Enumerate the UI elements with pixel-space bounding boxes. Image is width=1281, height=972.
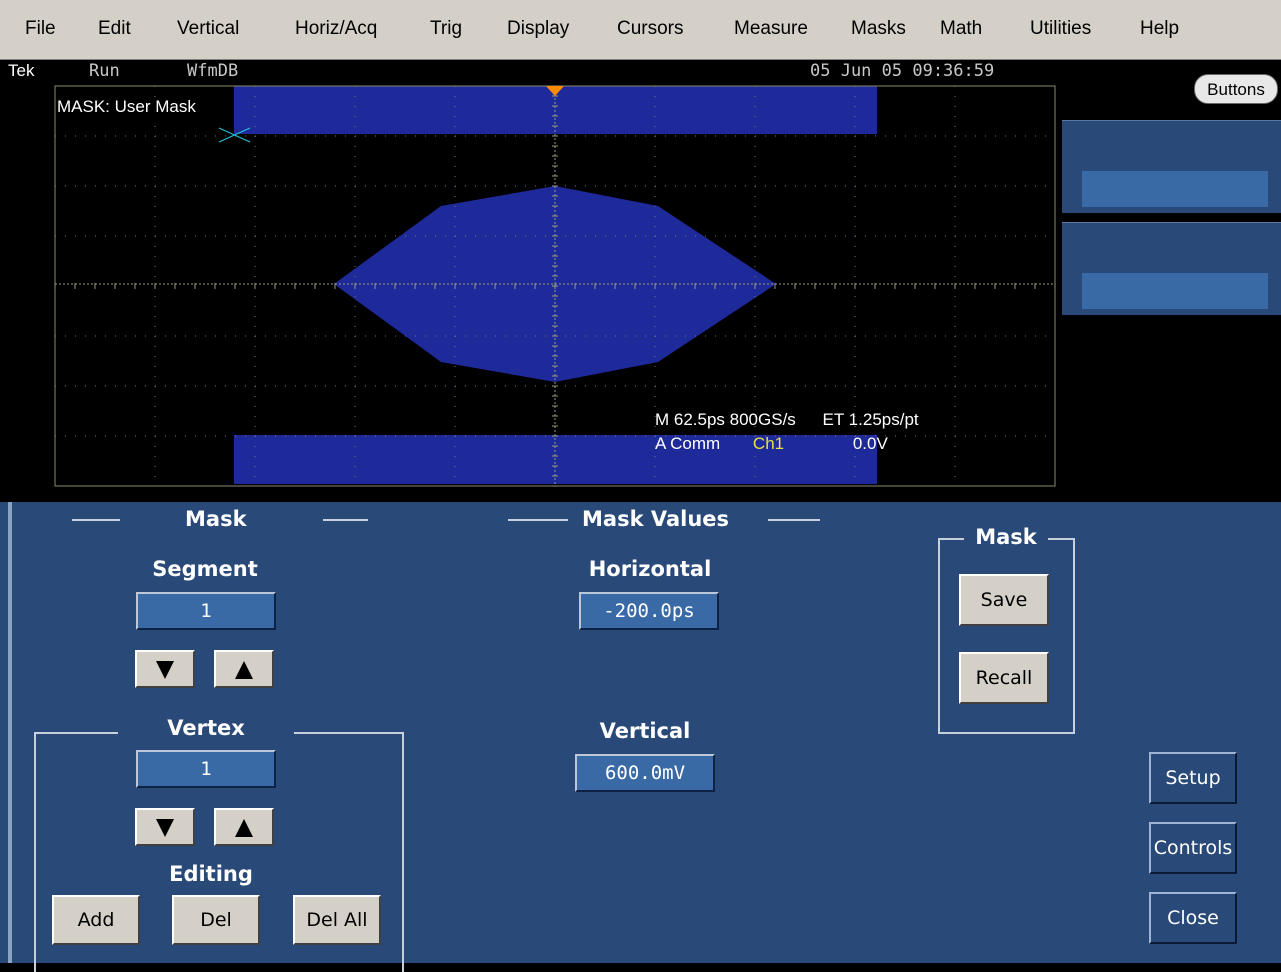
timebase-readout: M 62.5ps 800GS/s ET 1.25ps/pt (655, 410, 919, 430)
divider (72, 519, 120, 521)
vertical-label: Vertical (599, 719, 691, 743)
timebase-readout-a: M 62.5ps 800GS/s (655, 410, 796, 429)
divider (768, 519, 820, 521)
delete-vertex-button[interactable]: Del (172, 895, 260, 945)
menu-utilities[interactable]: Utilities (1030, 18, 1091, 40)
setup-button[interactable]: Setup (1149, 752, 1237, 804)
mask-label: MASK: User Mask (57, 97, 196, 117)
panel-left-border (8, 502, 12, 963)
menu-file[interactable]: File (25, 18, 56, 40)
arrow-up-icon (235, 819, 253, 837)
menu-vertical[interactable]: Vertical (177, 18, 239, 40)
recall-mask-button[interactable]: Recall (959, 652, 1049, 704)
add-vertex-button[interactable]: Add (52, 895, 140, 945)
arrow-up-icon (235, 661, 253, 679)
buttons-toggle-button[interactable]: Buttons (1194, 74, 1278, 104)
timebase-readout-b: ET 1.25ps/pt (822, 410, 919, 429)
menu-edit[interactable]: Edit (98, 18, 131, 40)
menu-trig[interactable]: Trig (430, 18, 462, 40)
vertical-value-field[interactable]: 600.0mV (575, 754, 715, 792)
mask-file-title: Mask (964, 525, 1048, 549)
menu-masks[interactable]: Masks (851, 18, 906, 40)
trigger-channel: Ch1 (752, 434, 785, 453)
mask-file-groupbox (938, 538, 1075, 734)
menu-math[interactable]: Math (940, 18, 982, 40)
side-menu-slot-1-value (1082, 171, 1268, 207)
mask-control-panel: Mask Segment 1 Vertex 1 Editing Add Del … (0, 502, 1281, 972)
horizontal-value-field[interactable]: -200.0ps (579, 592, 719, 630)
run-status: Run (89, 61, 120, 81)
menu-cursors[interactable]: Cursors (617, 18, 684, 40)
vertex-label: Vertex (118, 716, 294, 740)
vertex-up-button[interactable] (214, 808, 274, 846)
side-menu-panel: Buttons (1060, 74, 1281, 502)
trigger-source: A Comm (655, 434, 721, 453)
mask-section-title: Mask (185, 507, 247, 531)
acq-mode: WfmDB (187, 61, 239, 81)
delete-all-vertices-button[interactable]: Del All (293, 895, 381, 945)
tek-label: Tek (8, 61, 35, 80)
side-menu-slot-1[interactable] (1062, 120, 1281, 213)
scope-display[interactable]: MASK: User Mask M 62.5ps 800GS/s ET 1.25… (0, 82, 1060, 502)
side-menu-slot-2-value (1082, 273, 1268, 309)
trigger-level: 0.0V (852, 434, 888, 453)
editing-label: Editing (169, 862, 253, 886)
menu-measure[interactable]: Measure (734, 18, 808, 40)
status-bar: Tek Run WfmDB 05 Jun 05 09:36:59 (0, 60, 1281, 82)
arrow-down-icon (156, 819, 174, 837)
graticule (54, 85, 1056, 487)
close-button[interactable]: Close (1149, 892, 1237, 944)
mask-values-title: Mask Values (582, 507, 730, 531)
date-time: 05 Jun 05 09:36:59 (810, 61, 995, 81)
save-mask-button[interactable]: Save (959, 574, 1049, 626)
segment-field[interactable]: 1 (136, 592, 276, 630)
segment-label: Segment (152, 557, 258, 581)
controls-button[interactable]: Controls (1149, 822, 1237, 874)
vertex-down-button[interactable] (135, 808, 195, 846)
trigger-readout: A Comm Ch1 0.0V (655, 434, 888, 454)
horizontal-label: Horizontal (588, 557, 712, 581)
menu-display[interactable]: Display (507, 18, 569, 40)
side-menu-slot-2[interactable] (1062, 222, 1281, 315)
menu-horiz-acq[interactable]: Horiz/Acq (295, 18, 377, 40)
divider (323, 519, 368, 521)
vertex-field[interactable]: 1 (136, 750, 276, 788)
segment-down-button[interactable] (135, 650, 195, 688)
arrow-down-icon (156, 661, 174, 679)
menu-bar: File Edit Vertical Horiz/Acq Trig Displa… (0, 0, 1281, 60)
segment-up-button[interactable] (214, 650, 274, 688)
divider (508, 519, 568, 521)
menu-help[interactable]: Help (1140, 18, 1179, 40)
